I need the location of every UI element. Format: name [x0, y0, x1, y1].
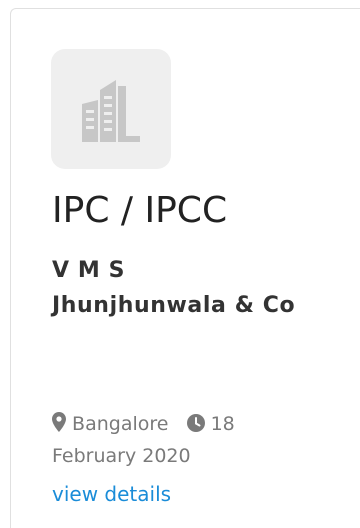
job-title[interactable]: IPC / IPCC [52, 189, 227, 233]
clock-icon [186, 411, 205, 441]
building-icon [82, 80, 140, 142]
view-details-link[interactable]: view details [52, 479, 171, 509]
company-name: V M S Jhunjhunwala & Co [52, 258, 296, 318]
company-logo [51, 49, 171, 169]
map-marker-icon [52, 411, 66, 441]
job-card[interactable]: IPC / IPCC V M S Jhunjhunwala & Co Banga… [10, 8, 360, 528]
job-meta: Bangalore 18 February 2020 [52, 409, 302, 471]
location-text: Bangalore [72, 413, 169, 435]
